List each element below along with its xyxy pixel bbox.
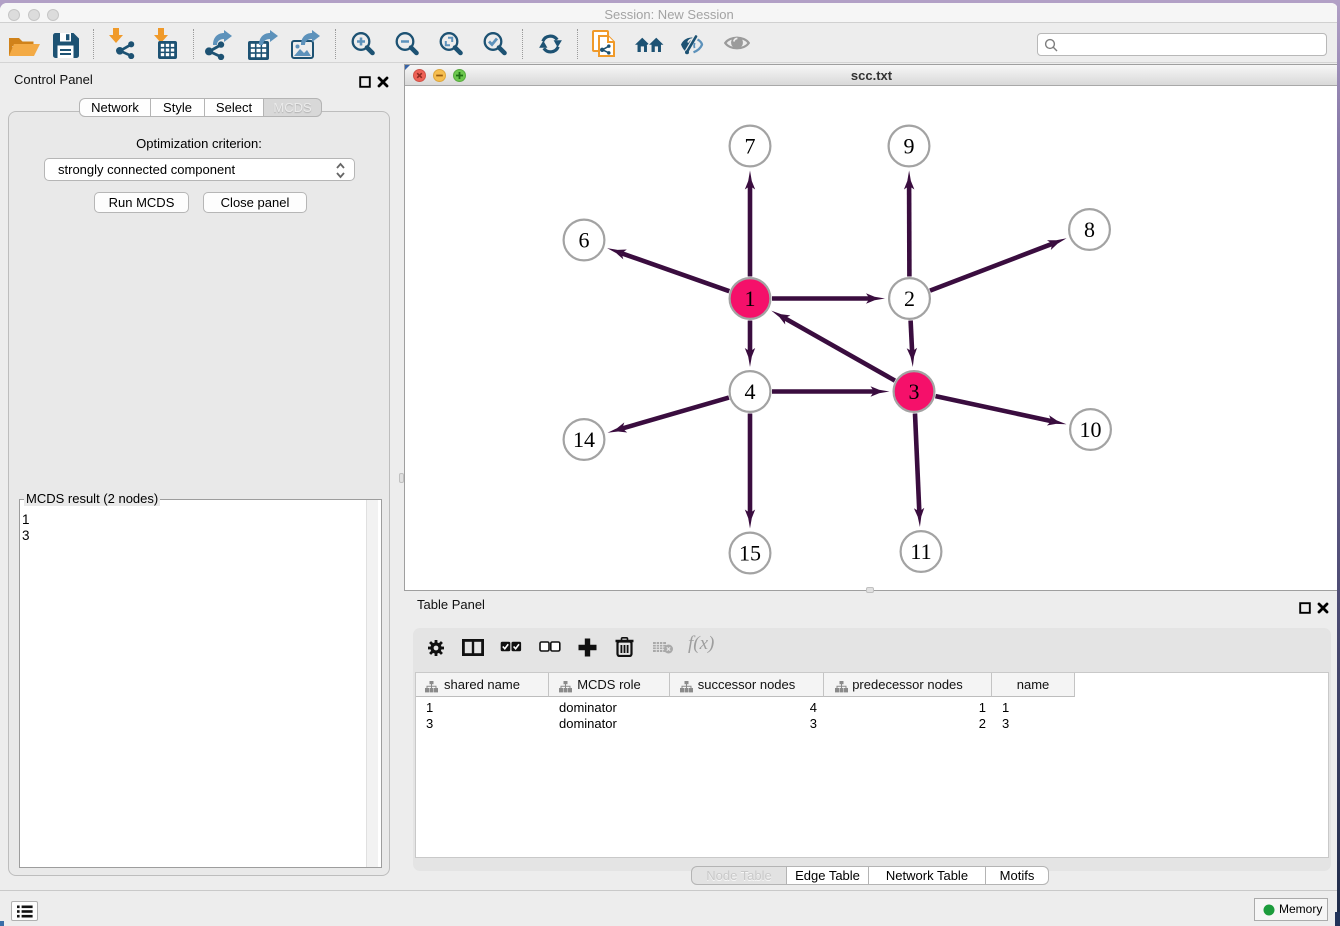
svg-text:15: 15 <box>739 541 761 566</box>
svg-text:14: 14 <box>573 427 595 452</box>
svg-text:1: 1 <box>745 286 756 311</box>
svg-text:6: 6 <box>579 228 590 253</box>
svg-text:9: 9 <box>904 134 915 159</box>
svg-text:3: 3 <box>909 379 920 404</box>
svg-text:11: 11 <box>910 539 931 564</box>
svg-text:7: 7 <box>745 134 756 159</box>
svg-text:2: 2 <box>904 286 915 311</box>
svg-text:8: 8 <box>1084 217 1095 242</box>
svg-text:4: 4 <box>745 379 756 404</box>
svg-text:10: 10 <box>1080 417 1102 442</box>
